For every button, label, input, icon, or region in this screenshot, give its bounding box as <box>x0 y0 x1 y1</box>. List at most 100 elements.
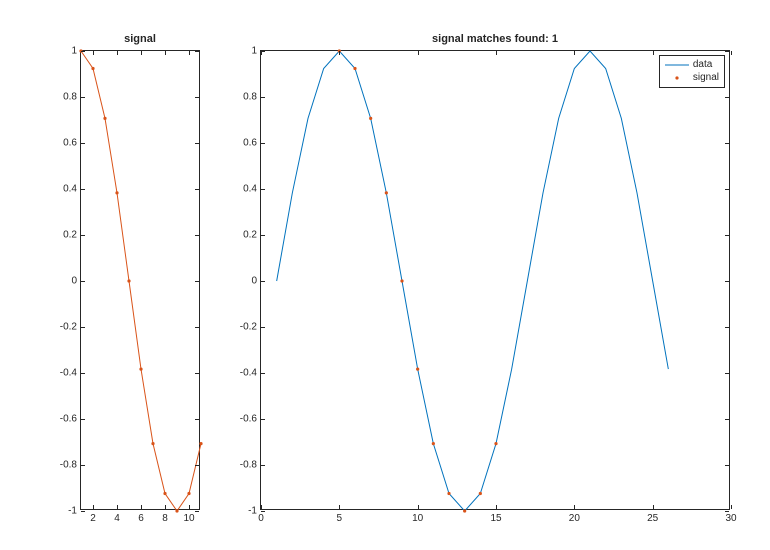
ytick-label: -0.6 <box>60 414 81 425</box>
xtick-mark <box>418 51 419 55</box>
ytick-mark <box>81 281 85 282</box>
ytick-label: 0.8 <box>243 92 261 103</box>
legend: data signal <box>659 55 725 88</box>
xtick-label: 4 <box>114 509 120 524</box>
xtick-mark <box>189 51 190 55</box>
xtick-label: 2 <box>90 509 96 524</box>
ytick-label: 0.8 <box>63 92 81 103</box>
ytick-label: 0.6 <box>63 138 81 149</box>
point-signal-points <box>151 442 154 445</box>
xtick-mark <box>141 505 142 509</box>
ytick-mark <box>195 465 199 466</box>
ytick-mark <box>81 235 85 236</box>
point-signal-points <box>91 67 94 70</box>
ytick-label: 0.6 <box>243 138 261 149</box>
axes-matches: signal matches found: 1 data signal -1-0… <box>260 50 730 510</box>
ytick-label: 0 <box>251 276 261 287</box>
ytick-mark <box>195 373 199 374</box>
xtick-label: 20 <box>569 509 580 524</box>
figure: signal -1-0.8-0.6-0.4-0.200.20.40.60.812… <box>0 0 770 550</box>
xtick-mark <box>496 505 497 509</box>
ytick-mark <box>81 189 85 190</box>
legend-label: data <box>693 59 712 70</box>
xtick-mark <box>574 51 575 55</box>
ytick-label: 1 <box>71 46 81 57</box>
ytick-mark <box>195 143 199 144</box>
ytick-label: 0.2 <box>63 230 81 241</box>
ytick-mark <box>261 189 265 190</box>
ytick-mark <box>195 189 199 190</box>
xtick-mark <box>261 51 262 55</box>
ytick-mark <box>261 327 265 328</box>
xtick-label: 15 <box>490 509 501 524</box>
point-signal-points <box>187 492 190 495</box>
ytick-mark <box>81 51 85 52</box>
legend-entry: signal <box>665 71 719 84</box>
ytick-label: -0.8 <box>240 460 261 471</box>
xtick-mark <box>165 51 166 55</box>
ytick-label: 0.4 <box>243 184 261 195</box>
legend-entry: data <box>665 58 719 71</box>
ytick-mark <box>725 235 729 236</box>
ytick-mark <box>725 327 729 328</box>
ytick-mark <box>725 419 729 420</box>
ytick-mark <box>81 511 85 512</box>
point-signal-points <box>127 279 130 282</box>
ytick-mark <box>195 511 199 512</box>
ytick-mark <box>81 373 85 374</box>
ytick-mark <box>725 189 729 190</box>
point-signal <box>385 191 388 194</box>
point-signal <box>416 367 419 370</box>
xtick-mark <box>339 505 340 509</box>
ytick-mark <box>261 235 265 236</box>
ytick-label: -0.2 <box>240 322 261 333</box>
ytick-label: -0.8 <box>60 460 81 471</box>
xtick-mark <box>117 505 118 509</box>
point-signal <box>432 442 435 445</box>
xtick-mark <box>574 505 575 509</box>
point-signal <box>353 67 356 70</box>
ytick-mark <box>195 97 199 98</box>
axes-title: signal <box>81 33 199 45</box>
point-signal-points <box>199 442 202 445</box>
point-signal-points <box>103 117 106 120</box>
point-signal <box>494 442 497 445</box>
xtick-mark <box>496 51 497 55</box>
xtick-mark <box>339 51 340 55</box>
ytick-label: -0.2 <box>60 322 81 333</box>
series-signal-line <box>81 51 201 511</box>
legend-label: signal <box>693 72 719 83</box>
xtick-label: 30 <box>725 509 736 524</box>
ytick-mark <box>725 373 729 374</box>
xtick-mark <box>418 505 419 509</box>
ytick-label: -0.6 <box>240 414 261 425</box>
ytick-label: 0.2 <box>243 230 261 241</box>
xtick-mark <box>93 51 94 55</box>
point-signal <box>463 509 466 512</box>
ytick-mark <box>725 97 729 98</box>
ytick-mark <box>81 327 85 328</box>
ytick-mark <box>195 281 199 282</box>
point-signal-points <box>163 492 166 495</box>
ytick-mark <box>81 97 85 98</box>
series-data <box>277 51 669 511</box>
xtick-mark <box>653 51 654 55</box>
ytick-mark <box>725 281 729 282</box>
legend-swatch-line <box>665 60 689 70</box>
ytick-mark <box>81 419 85 420</box>
xtick-label: 6 <box>138 509 144 524</box>
point-signal-points <box>175 509 178 512</box>
xtick-mark <box>117 51 118 55</box>
xtick-label: 8 <box>162 509 168 524</box>
ytick-mark <box>725 465 729 466</box>
axes-title: signal matches found: 1 <box>261 33 729 45</box>
ytick-mark <box>725 51 729 52</box>
point-signal <box>447 492 450 495</box>
xtick-label: 25 <box>647 509 658 524</box>
legend-swatch-dot <box>665 73 689 83</box>
xtick-mark <box>731 505 732 509</box>
ytick-label: 0.4 <box>63 184 81 195</box>
ytick-mark <box>725 143 729 144</box>
xtick-label: 5 <box>337 509 343 524</box>
ytick-mark <box>81 465 85 466</box>
